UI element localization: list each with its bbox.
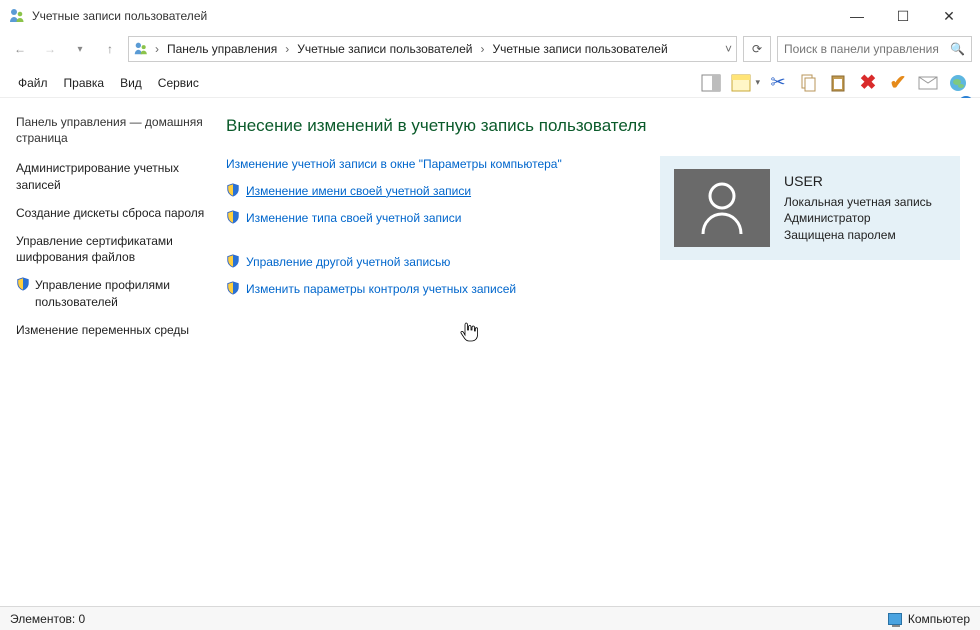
window-controls: — ☐ ✕ — [834, 1, 972, 31]
sidebar-item-certificates[interactable]: Управление сертификатами шифрования файл… — [16, 233, 206, 265]
close-button[interactable]: ✕ — [926, 1, 972, 31]
copy-button[interactable] — [796, 71, 820, 95]
menu-edit[interactable]: Правка — [56, 72, 113, 94]
status-right: Компьютер — [888, 612, 970, 626]
shield-icon — [16, 277, 30, 291]
sidebar-item-profiles[interactable]: Управление профилями пользователей — [16, 277, 206, 309]
delete-button[interactable]: ✖ — [856, 71, 880, 95]
chevron-right-icon: › — [283, 42, 291, 56]
cursor-icon — [460, 322, 478, 347]
preview-pane-button[interactable] — [699, 71, 723, 95]
user-name: USER — [784, 172, 932, 192]
menu-view[interactable]: Вид — [112, 72, 150, 94]
breadcrumb[interactable]: › Панель управления › Учетные записи пол… — [128, 36, 737, 62]
status-count: Элементов: 0 — [10, 612, 85, 626]
refresh-button[interactable]: ⟳ — [743, 36, 771, 62]
page-heading: Внесение изменений в учетную запись поль… — [226, 116, 960, 136]
link-change-account-type[interactable]: Изменение типа своей учетной записи — [226, 210, 646, 227]
actions-list: Изменение учетной записи в окне "Парамет… — [226, 156, 646, 308]
user-account-type: Локальная учетная запись — [784, 194, 932, 211]
user-avatar — [674, 169, 770, 247]
shield-icon — [226, 281, 240, 295]
monitor-icon — [888, 613, 902, 625]
shield-icon — [226, 183, 240, 197]
address-dropdown[interactable]: ˅ — [725, 42, 732, 56]
link-uac-settings[interactable]: Изменить параметры контроля учетных запи… — [226, 281, 646, 298]
cut-button[interactable]: ✂ — [766, 71, 790, 95]
mail-button[interactable] — [916, 71, 940, 95]
user-accounts-icon — [8, 6, 26, 27]
maximize-button[interactable]: ☐ — [880, 1, 926, 31]
paste-button[interactable] — [826, 71, 850, 95]
chevron-right-icon: › — [478, 42, 486, 56]
shield-icon — [226, 254, 240, 268]
user-card: USER Локальная учетная запись Администра… — [660, 156, 960, 260]
breadcrumb-mid[interactable]: Учетные записи пользователей — [295, 42, 474, 56]
search-input[interactable] — [784, 42, 950, 56]
status-computer-label: Компьютер — [908, 612, 970, 626]
user-protection: Защищена паролем — [784, 227, 932, 244]
back-button[interactable]: ← — [8, 37, 32, 61]
nav-bar: ← → ▾ ↑ › Панель управления › Учетные за… — [0, 32, 980, 68]
chevron-right-icon: › — [153, 42, 161, 56]
layout-button[interactable] — [729, 71, 753, 95]
minimize-button[interactable]: — — [834, 1, 880, 31]
user-role: Администратор — [784, 210, 932, 227]
link-change-in-settings[interactable]: Изменение учетной записи в окне "Парамет… — [226, 156, 646, 173]
link-manage-other-account[interactable]: Управление другой учетной записью — [226, 254, 646, 271]
sidebar-item-label: Управление профилями пользователей — [35, 277, 206, 309]
sidebar-item-env-vars[interactable]: Изменение переменных среды — [16, 322, 206, 338]
search-box[interactable]: 🔍 — [777, 36, 972, 62]
menu-file[interactable]: Файл — [10, 72, 56, 94]
sidebar: Панель управления — домашняя страница Ад… — [0, 98, 218, 606]
globe-button[interactable] — [946, 71, 970, 95]
forward-button[interactable]: → — [38, 37, 62, 61]
recent-dropdown[interactable]: ▾ — [68, 37, 92, 61]
menu-bar: Файл Правка Вид Сервис ▾ ✂ ✖ ✔ — [0, 68, 980, 98]
menu-tools[interactable]: Сервис — [150, 72, 207, 94]
main-panel: Внесение изменений в учетную запись поль… — [218, 98, 980, 606]
breadcrumb-leaf[interactable]: Учетные записи пользователей — [490, 42, 669, 56]
user-info: USER Локальная учетная запись Администра… — [784, 172, 932, 244]
content-area: Панель управления — домашняя страница Ад… — [0, 98, 980, 606]
user-accounts-icon — [133, 40, 149, 59]
toolbar: ▾ ✂ ✖ ✔ — [699, 71, 970, 95]
status-bar: Элементов: 0 Компьютер — [0, 606, 980, 630]
sidebar-item-reset-disk[interactable]: Создание дискеты сброса пароля — [16, 205, 206, 221]
title-bar: Учетные записи пользователей — ☐ ✕ — [0, 0, 980, 32]
layout-dropdown[interactable]: ▾ — [755, 77, 760, 88]
link-change-account-name[interactable]: Изменение имени своей учетной записи — [226, 183, 646, 200]
window-title: Учетные записи пользователей — [32, 9, 834, 23]
sidebar-item-admin-accounts[interactable]: Администрирование учетных записей — [16, 160, 206, 192]
confirm-button[interactable]: ✔ — [886, 71, 910, 95]
search-icon[interactable]: 🔍 — [950, 42, 965, 56]
control-panel-home-link[interactable]: Панель управления — домашняя страница — [16, 114, 206, 146]
up-button[interactable]: ↑ — [98, 37, 122, 61]
shield-icon — [226, 210, 240, 224]
breadcrumb-root[interactable]: Панель управления — [165, 42, 279, 56]
